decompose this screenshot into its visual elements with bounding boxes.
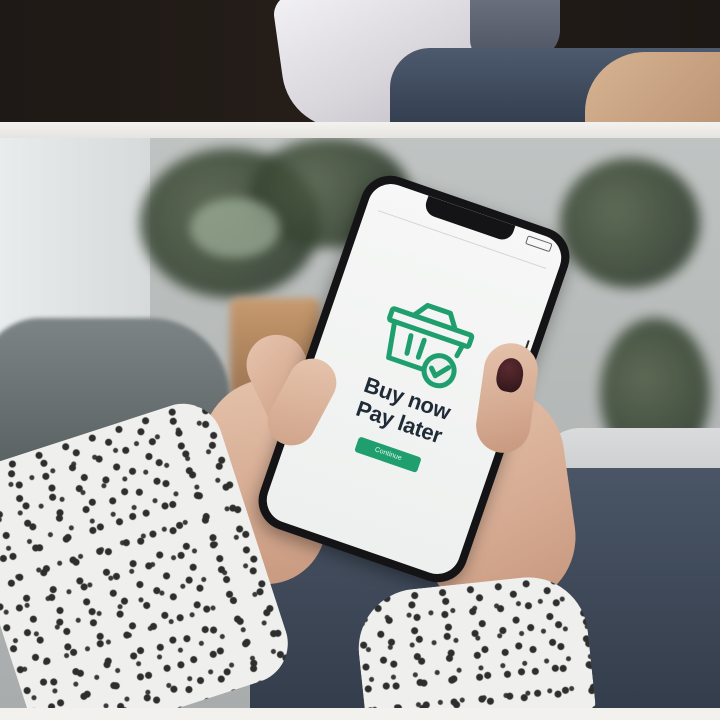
photo-border (0, 708, 720, 720)
main-photo: Buy now Pay later Continue (0, 138, 720, 710)
photo-separator (0, 122, 720, 138)
photo-collage: Buy now Pay later Continue (0, 0, 720, 720)
background-leaf (190, 198, 280, 258)
continue-button[interactable]: Continue (354, 436, 422, 473)
background-plant (560, 158, 700, 288)
phone-notch (422, 195, 516, 243)
battery-icon (525, 235, 553, 253)
top-photo (0, 0, 720, 122)
